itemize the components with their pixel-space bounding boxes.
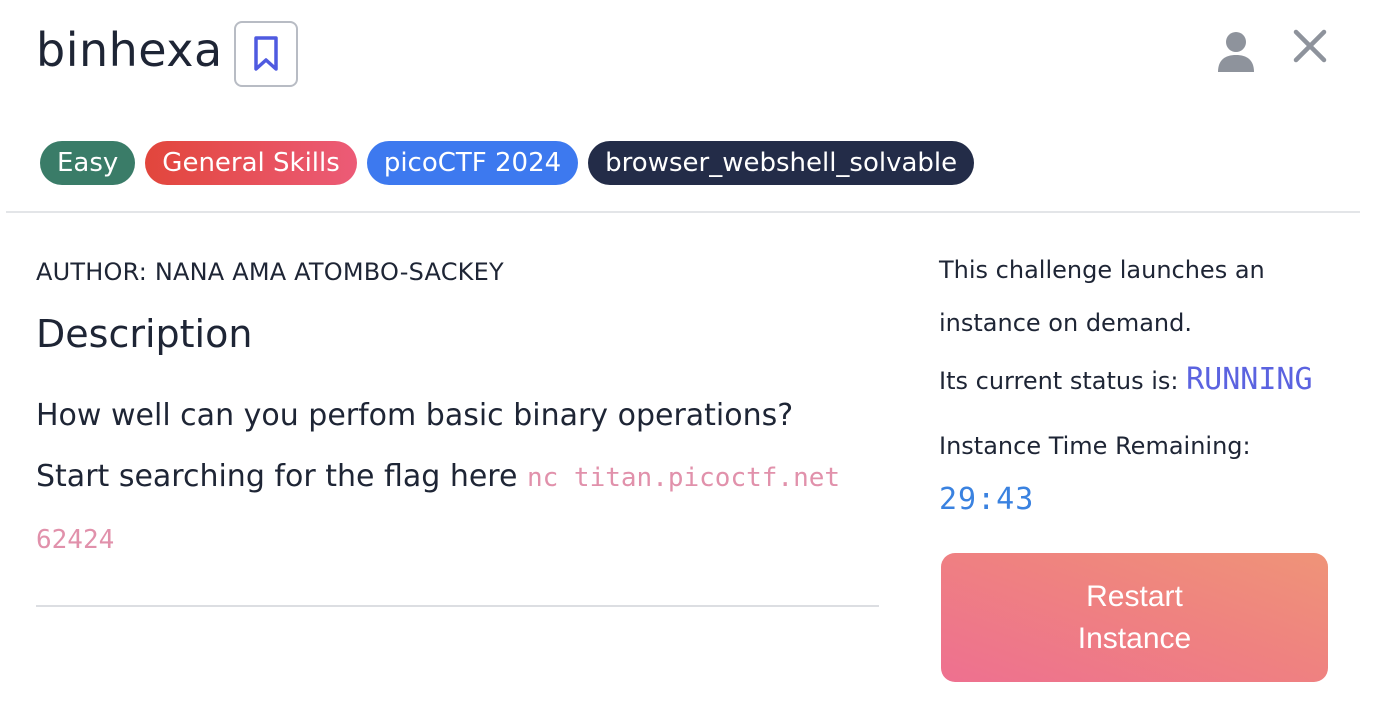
challenge-modal: binhexa Easy General Skills picoCTF 2024… — [0, 0, 1382, 712]
tag-list: Easy General Skills picoCTF 2024 browser… — [40, 141, 975, 185]
status-value: RUNNING — [1186, 362, 1313, 397]
description-heading: Description — [36, 312, 253, 356]
tag-event: picoCTF 2024 — [366, 141, 579, 185]
instance-launch-text-2: instance on demand. — [939, 309, 1192, 337]
restart-instance-button[interactable]: Restart Instance — [941, 553, 1328, 682]
header-divider — [6, 211, 1360, 213]
instance-launch-text-1: This challenge launches an — [939, 256, 1265, 284]
connection-port: 62424 — [36, 525, 115, 555]
close-icon[interactable] — [1292, 28, 1328, 64]
bookmark-button[interactable] — [234, 21, 298, 87]
bookmark-icon — [254, 36, 278, 71]
time-remaining-value: 29:43 — [939, 482, 1035, 517]
tag-category: General Skills — [145, 141, 357, 185]
connection-command: nc titan.picoctf.net — [526, 463, 841, 493]
description-text: How well can you perfom basic binary ope… — [36, 398, 794, 433]
instance-status-line: Its current status is: RUNNING — [939, 362, 1313, 397]
modal-header: binhexa — [0, 0, 1382, 110]
description-connect-label: Start searching for the flag here — [36, 459, 527, 494]
tag-webshell: browser_webshell_solvable — [588, 141, 975, 185]
tag-difficulty: Easy — [40, 141, 136, 185]
status-label: Its current status is: — [939, 367, 1187, 395]
user-icon[interactable] — [1216, 30, 1256, 72]
description-divider — [36, 605, 879, 607]
restart-instance-label: Restart Instance — [1077, 579, 1192, 655]
time-remaining-label: Instance Time Remaining: — [939, 432, 1251, 460]
challenge-title: binhexa — [36, 23, 223, 77]
author-label: AUTHOR: NANA AMA ATOMBO-SACKEY — [36, 258, 504, 286]
description-connect-text: Start searching for the flag here nc tit… — [36, 459, 840, 494]
